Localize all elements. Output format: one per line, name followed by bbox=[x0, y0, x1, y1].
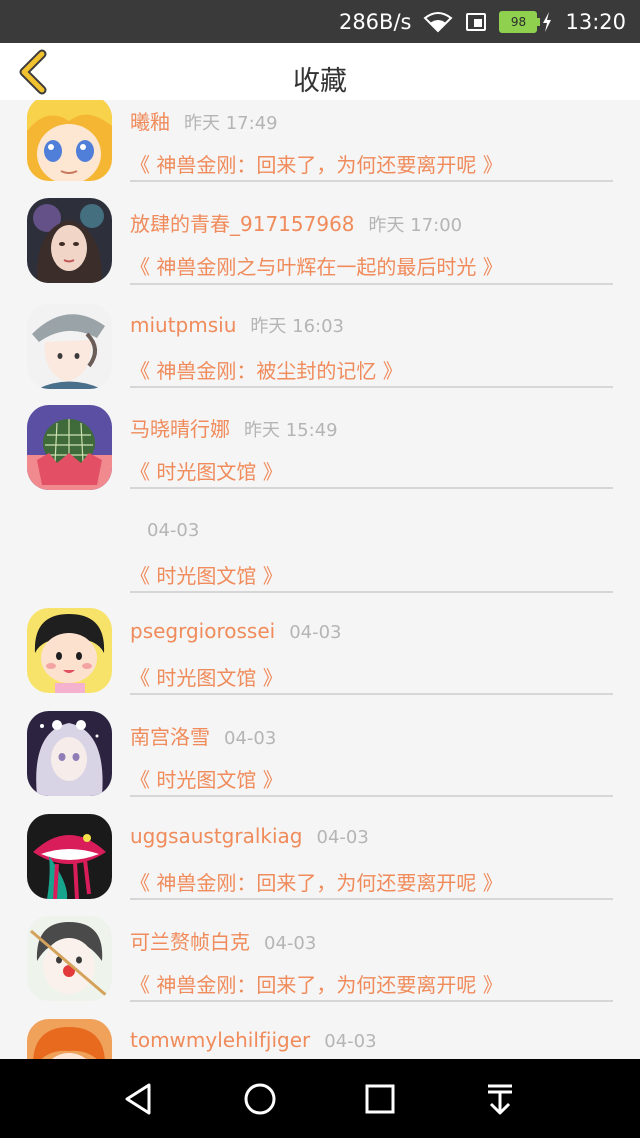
cactus-avatar bbox=[27, 405, 112, 490]
username[interactable]: 放肆的青春_917157968 昨天 17:00 bbox=[130, 208, 462, 237]
avatar[interactable] bbox=[27, 100, 112, 181]
avatar[interactable] bbox=[27, 711, 112, 796]
username[interactable]: psegrgiorossei 04-03 bbox=[130, 619, 342, 643]
timestamp: 04-03 bbox=[324, 1031, 377, 1052]
divider bbox=[130, 487, 613, 489]
timestamp: 昨天 17:49 bbox=[184, 113, 278, 134]
list-item[interactable]: 曦釉 昨天 17:49 《 神兽金刚：回来了，为何还要离开呢 》 bbox=[0, 100, 640, 202]
username[interactable]: 马晓晴行娜 昨天 15:49 bbox=[130, 413, 338, 442]
timestamp: 04-03 bbox=[289, 622, 342, 643]
article-link[interactable]: 《 时光图文馆 》 bbox=[130, 764, 283, 793]
clock: 13:20 bbox=[565, 9, 626, 34]
article-link[interactable]: 《 神兽金刚：回来了，为何还要离开呢 》 bbox=[130, 149, 503, 178]
nav-home-button[interactable] bbox=[240, 1079, 280, 1119]
list-item[interactable]: uggsaustgralkiag 04-03 《 神兽金刚：回来了，为何还要离开呢… bbox=[0, 814, 640, 916]
article-link[interactable]: 《 时光图文馆 》 bbox=[130, 456, 283, 485]
username[interactable]: miutpmsiu 昨天 16:03 bbox=[130, 312, 344, 338]
list-item[interactable]: miutpmsiu 昨天 16:03 《 神兽金刚：被尘封的记忆 》 bbox=[0, 304, 640, 406]
list-item[interactable]: tomwmylehilfjiger 04-03 bbox=[0, 1018, 640, 1059]
battery-level: 98 bbox=[499, 10, 541, 33]
avatar[interactable] bbox=[27, 916, 112, 1001]
home-circle-icon bbox=[244, 1083, 276, 1115]
divider bbox=[130, 795, 613, 797]
title-bar: 收藏 bbox=[0, 43, 640, 100]
page-title: 收藏 bbox=[293, 66, 347, 97]
charging-icon bbox=[541, 11, 553, 33]
recents-square-icon bbox=[365, 1084, 395, 1114]
clown-boy-avatar bbox=[27, 916, 112, 1001]
username[interactable]: tomwmylehilfjiger 04-03 bbox=[130, 1028, 377, 1052]
timestamp: 04-03 bbox=[147, 520, 200, 541]
divider bbox=[130, 283, 613, 285]
girl-portrait-avatar bbox=[27, 198, 112, 283]
list-item[interactable]: 可兰赘帧白克 04-03 《 神兽金刚：回来了，为何还要离开呢 》 bbox=[0, 916, 640, 1018]
article-link[interactable]: 《 神兽金刚：回来了，为何还要离开呢 》 bbox=[130, 867, 503, 896]
favorites-list: 曦釉 昨天 17:49 《 神兽金刚：回来了，为何还要离开呢 》 放肆的青春_91… bbox=[0, 100, 640, 1059]
timestamp: 昨天 15:49 bbox=[244, 420, 338, 441]
username[interactable]: 可兰赘帧白克 04-03 bbox=[130, 926, 316, 955]
article-link[interactable]: 《 神兽金刚：回来了，为何还要离开呢 》 bbox=[130, 969, 503, 998]
timestamp: 昨天 17:00 bbox=[368, 215, 463, 236]
article-link[interactable]: 《 时光图文馆 》 bbox=[130, 662, 283, 691]
sim-icon bbox=[465, 11, 487, 33]
username[interactable]: 南宫洛雪 04-03 bbox=[130, 721, 276, 750]
divider bbox=[130, 693, 613, 695]
navigation-bar bbox=[0, 1059, 640, 1138]
username[interactable]: 04-03 bbox=[147, 517, 199, 541]
blonde-anime-avatar bbox=[27, 100, 112, 181]
nav-back-button[interactable] bbox=[119, 1079, 159, 1119]
avatar[interactable] bbox=[27, 608, 112, 693]
article-link[interactable]: 《 神兽金刚：被尘封的记忆 》 bbox=[130, 355, 403, 384]
avatar[interactable] bbox=[27, 304, 112, 389]
timestamp: 04-03 bbox=[224, 728, 277, 749]
avatar[interactable] bbox=[27, 1019, 112, 1059]
list-item[interactable]: psegrgiorossei 04-03 《 时光图文馆 》 bbox=[0, 608, 640, 712]
status-bar: 286B/s 98 13:20 bbox=[0, 0, 640, 43]
article-link[interactable]: 《 神兽金刚之与叶辉在一起的最后时光 》 bbox=[130, 251, 503, 280]
wifi-icon bbox=[423, 11, 453, 33]
lips-avatar bbox=[27, 814, 112, 899]
nav-recents-button[interactable] bbox=[360, 1079, 400, 1119]
username[interactable]: uggsaustgralkiag 04-03 bbox=[130, 824, 369, 848]
orange-hair-avatar bbox=[27, 1019, 112, 1059]
list-item[interactable]: 04-03 《 时光图文馆 》 bbox=[0, 508, 640, 610]
nav-notification-button[interactable] bbox=[480, 1079, 520, 1119]
divider bbox=[130, 591, 613, 593]
divider bbox=[130, 180, 613, 182]
list-item[interactable]: 放肆的青春_917157968 昨天 17:00 《 神兽金刚之与叶辉在一起的最后… bbox=[0, 198, 640, 304]
avatar[interactable] bbox=[27, 198, 112, 283]
divider bbox=[130, 898, 613, 900]
notification-pull-icon bbox=[488, 1084, 512, 1115]
timestamp: 04-03 bbox=[264, 933, 317, 954]
back-triangle-icon bbox=[125, 1083, 151, 1115]
divider bbox=[130, 386, 613, 388]
list-item[interactable]: 南宫洛雪 04-03 《 时光图文馆 》 bbox=[0, 711, 640, 814]
network-speed: 286B/s bbox=[338, 9, 412, 34]
boy-cap-avatar bbox=[27, 304, 112, 389]
username[interactable]: 曦釉 昨天 17:49 bbox=[130, 106, 278, 135]
divider bbox=[130, 1000, 613, 1002]
timestamp: 04-03 bbox=[316, 827, 369, 848]
list-item[interactable]: 马晓晴行娜 昨天 15:49 《 时光图文馆 》 bbox=[0, 405, 640, 508]
white-hair-anime-avatar bbox=[27, 711, 112, 796]
timestamp: 昨天 16:03 bbox=[250, 316, 344, 337]
avatar[interactable] bbox=[27, 405, 112, 490]
battery-icon: 98 bbox=[499, 10, 541, 33]
article-link[interactable]: 《 时光图文馆 》 bbox=[130, 560, 283, 589]
avatar[interactable] bbox=[27, 814, 112, 899]
cartoon-girl-avatar bbox=[27, 608, 112, 693]
